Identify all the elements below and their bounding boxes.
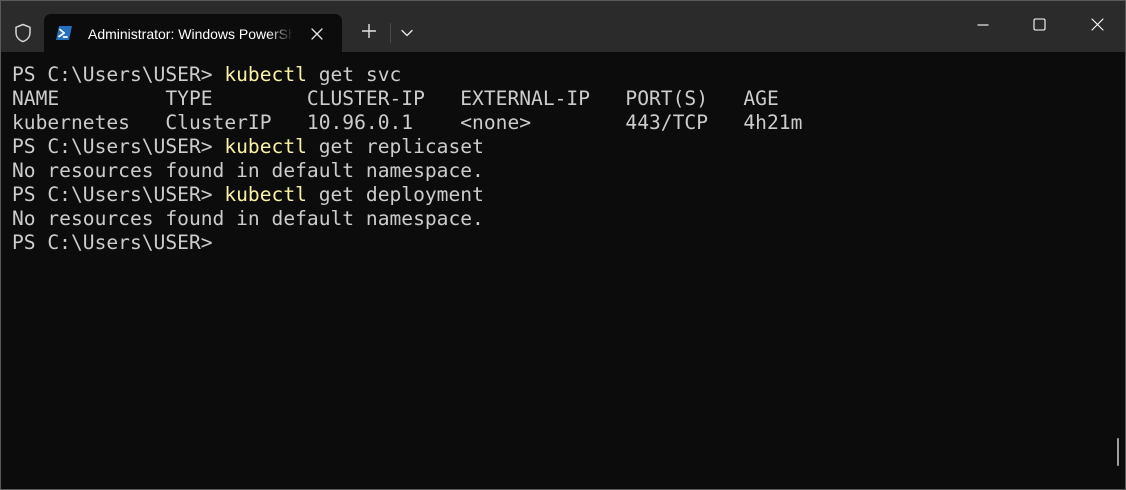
command-line: PS C:\Users\USER> bbox=[12, 231, 802, 255]
tab-active[interactable]: Administrator: Windows PowerShell bbox=[44, 14, 342, 52]
command-line: PS C:\Users\USER> kubectl get svc bbox=[12, 63, 802, 87]
command-name: kubectl bbox=[224, 63, 307, 86]
output-text: No resources found in default namespace. bbox=[12, 159, 484, 182]
terminal-output[interactable]: PS C:\Users\USER> kubectl get svc NAME TY… bbox=[1, 52, 1125, 489]
chevron-down-icon bbox=[401, 24, 413, 42]
tab-close-icon[interactable] bbox=[306, 23, 328, 45]
plus-icon bbox=[361, 23, 377, 43]
close-icon bbox=[1090, 17, 1104, 36]
output-text: No resources found in default namespace. bbox=[12, 207, 484, 230]
new-tab-button[interactable] bbox=[353, 19, 385, 47]
command-args: get deployment bbox=[306, 183, 484, 206]
output-line: No resources found in default namespace. bbox=[12, 159, 802, 183]
command-line: PS C:\Users\USER> kubectl get replicaset bbox=[12, 135, 802, 159]
powershell-icon bbox=[55, 24, 73, 42]
prompt: PS C:\Users\USER> bbox=[12, 63, 225, 86]
title-bar[interactable]: Administrator: Windows PowerShell bbox=[1, 1, 1125, 52]
tab-title: Administrator: Windows PowerShell bbox=[88, 26, 293, 42]
scrollbar-thumb[interactable] bbox=[1117, 438, 1119, 466]
command-args: get replicaset bbox=[306, 135, 484, 158]
terminal-window: Administrator: Windows PowerShell PS C:\… bbox=[0, 0, 1126, 490]
close-button[interactable] bbox=[1069, 1, 1125, 52]
command-name: kubectl bbox=[224, 135, 307, 158]
output-text: NAME TYPE CLUSTER-IP EXTERNAL-IP PORT(S)… bbox=[12, 87, 779, 110]
maximize-button[interactable] bbox=[1011, 1, 1067, 52]
shield-icon[interactable] bbox=[7, 17, 39, 49]
command-line: PS C:\Users\USER> kubectl get deployment bbox=[12, 183, 802, 207]
output-text: kubernetes ClusterIP 10.96.0.1 <none> 44… bbox=[12, 111, 803, 134]
terminal-lines: PS C:\Users\USER> kubectl get svc NAME TY… bbox=[12, 63, 802, 255]
command-args: get svc bbox=[306, 63, 402, 86]
minimize-button[interactable] bbox=[955, 1, 1011, 52]
output-line: NAME TYPE CLUSTER-IP EXTERNAL-IP PORT(S)… bbox=[12, 87, 802, 111]
prompt: PS C:\Users\USER> bbox=[12, 135, 225, 158]
tab-dropdown-button[interactable] bbox=[393, 19, 421, 47]
command-name: kubectl bbox=[224, 183, 307, 206]
output-line: No resources found in default namespace. bbox=[12, 207, 802, 231]
minimize-icon bbox=[977, 18, 989, 36]
output-line: kubernetes ClusterIP 10.96.0.1 <none> 44… bbox=[12, 111, 802, 135]
tab-divider bbox=[390, 23, 391, 43]
prompt: PS C:\Users\USER> bbox=[12, 231, 213, 254]
scrollbar[interactable] bbox=[1113, 52, 1123, 489]
prompt: PS C:\Users\USER> bbox=[12, 183, 225, 206]
maximize-icon bbox=[1032, 17, 1046, 36]
